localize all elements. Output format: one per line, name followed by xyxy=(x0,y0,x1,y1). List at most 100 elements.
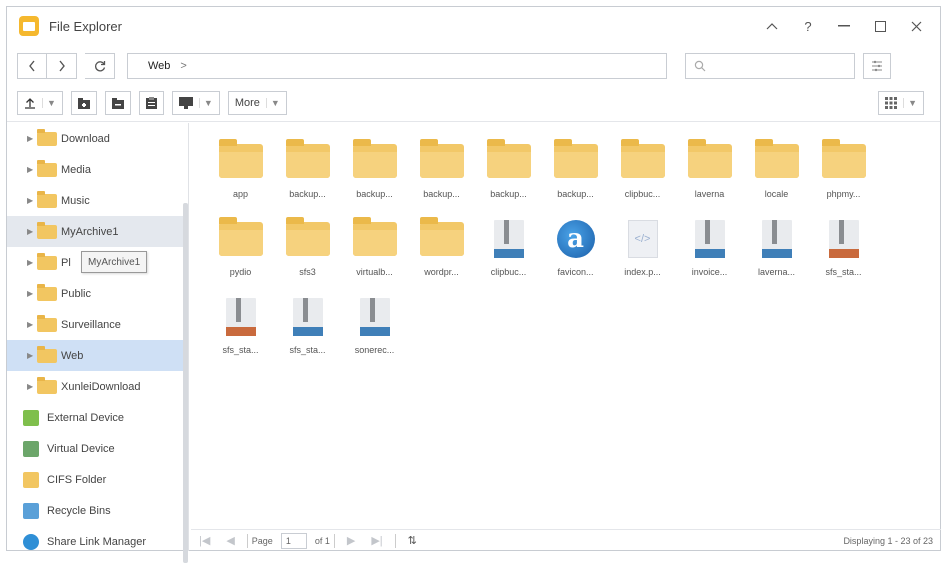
more-button[interactable]: More ▼ xyxy=(227,91,287,115)
file-grid: app backup... backup... backup... backup... b… xyxy=(207,133,927,523)
sidebar-item-external-device[interactable]: External Device xyxy=(7,402,188,433)
sidebar-item-web[interactable]: ▶ Web xyxy=(7,340,188,371)
folder-item[interactable]: backup... xyxy=(408,133,475,211)
window-title: File Explorer xyxy=(49,18,122,34)
file-name: pydio xyxy=(229,267,252,277)
sidebar-item-cifs-folder[interactable]: CIFS Folder xyxy=(7,464,188,495)
folder-icon xyxy=(417,139,467,183)
favicon-file-icon: a xyxy=(551,217,601,261)
sidebar-item-myarchive1[interactable]: ▶ MyArchive1 xyxy=(7,216,188,247)
expand-arrow-icon[interactable]: ▶ xyxy=(27,258,37,267)
clipboard-button[interactable] xyxy=(138,91,164,115)
folder-item[interactable]: clipbuc... xyxy=(609,133,676,211)
sidebar-item-label: Media xyxy=(61,163,91,176)
minimize-button[interactable] xyxy=(826,15,862,37)
folder-item[interactable]: virtualb... xyxy=(341,211,408,289)
folder-item[interactable]: backup... xyxy=(542,133,609,211)
file-item[interactable]: laverna... xyxy=(743,211,810,289)
sidebar-item-label: External Device xyxy=(47,411,125,424)
forward-button[interactable] xyxy=(47,53,77,79)
file-name: laverna... xyxy=(757,267,796,277)
sidebar-scrollbar[interactable] xyxy=(183,203,188,563)
folder-item[interactable]: locale xyxy=(743,133,810,211)
breadcrumb-item-web[interactable]: Web xyxy=(148,60,170,72)
file-item[interactable]: sonerec... xyxy=(341,289,408,367)
close-button[interactable] xyxy=(898,15,934,37)
expand-arrow-icon[interactable]: ▶ xyxy=(27,382,37,391)
sidebar-item-recycle-bins[interactable]: Recycle Bins xyxy=(7,495,188,526)
collapse-button[interactable] xyxy=(754,15,790,37)
new-folder-button[interactable] xyxy=(70,91,97,115)
chevron-left-icon xyxy=(29,60,35,72)
folder-icon xyxy=(37,283,57,301)
folder-item[interactable]: phpmy... xyxy=(810,133,877,211)
file-item[interactable]: a favicon... xyxy=(542,211,609,289)
maximize-icon xyxy=(874,20,886,32)
sidebar-item-public[interactable]: ▶ Public xyxy=(7,278,188,309)
sidebar-item-xunleidownload[interactable]: ▶ XunleiDownload xyxy=(7,371,188,402)
navigation-bar: Web > xyxy=(17,51,932,81)
expand-arrow-icon[interactable]: ▶ xyxy=(27,227,37,236)
expand-arrow-icon[interactable]: ▶ xyxy=(27,320,37,329)
folder-item[interactable]: wordpr... xyxy=(408,211,475,289)
file-name: index.p... xyxy=(624,267,661,277)
refresh-button[interactable] xyxy=(85,53,115,79)
expand-arrow-icon[interactable]: ▶ xyxy=(27,351,37,360)
sidebar-item-music[interactable]: ▶ Music xyxy=(7,185,188,216)
sidebar-item-media[interactable]: ▶ Media xyxy=(7,154,188,185)
file-name: phpmy... xyxy=(826,189,861,199)
folder-item[interactable]: backup... xyxy=(341,133,408,211)
folder-item[interactable]: sfs3 xyxy=(274,211,341,289)
file-item[interactable]: </> index.p... xyxy=(609,211,676,289)
expand-arrow-icon[interactable]: ▶ xyxy=(27,134,37,143)
expand-arrow-icon[interactable]: ▶ xyxy=(27,165,37,174)
sidebar-item-label: Download xyxy=(61,132,110,145)
expand-arrow-icon[interactable]: ▶ xyxy=(27,196,37,205)
filter-icon xyxy=(872,60,882,72)
sidebar-item-surveillance[interactable]: ▶ Surveillance xyxy=(7,309,188,340)
folder-item[interactable]: laverna xyxy=(676,133,743,211)
search-input[interactable] xyxy=(685,53,855,79)
next-page-icon[interactable]: ▶ xyxy=(347,534,355,547)
file-item[interactable]: clipbuc... xyxy=(475,211,542,289)
file-item[interactable]: sfs_sta... xyxy=(274,289,341,367)
back-button[interactable] xyxy=(17,53,47,79)
expand-arrow-icon[interactable]: ▶ xyxy=(27,289,37,298)
folder-item[interactable]: backup... xyxy=(475,133,542,211)
path-breadcrumb[interactable]: Web > xyxy=(127,53,667,79)
file-item[interactable]: sfs_sta... xyxy=(810,211,877,289)
sidebar-item-download[interactable]: ▶ Download xyxy=(7,123,188,154)
share-button[interactable]: ▼ xyxy=(171,91,220,115)
sidebar-item-pl[interactable]: ▶ Pl MyArchive1 xyxy=(7,247,188,278)
sidebar-item-virtual-device[interactable]: Virtual Device xyxy=(7,433,188,464)
folder-icon xyxy=(551,139,601,183)
folder-item[interactable]: backup... xyxy=(274,133,341,211)
folder-icon xyxy=(685,139,735,183)
sidebar-item-share-link-manager[interactable]: Share Link Manager xyxy=(7,526,188,557)
file-item[interactable]: sfs_sta... xyxy=(207,289,274,367)
archive-button[interactable] xyxy=(104,91,131,115)
filter-button[interactable] xyxy=(863,53,891,79)
sidebar-item-label: Virtual Device xyxy=(47,442,115,455)
file-name: wordpr... xyxy=(424,267,459,277)
view-mode-button[interactable]: ▼ xyxy=(878,91,924,115)
chevron-down-icon: ▼ xyxy=(42,98,56,108)
refresh-icon xyxy=(94,61,105,72)
folder-icon xyxy=(216,217,266,261)
sidebar-item-label: Share Link Manager xyxy=(47,535,147,548)
upload-button[interactable]: ▼ xyxy=(17,91,63,115)
prev-page-icon[interactable]: ◀ xyxy=(226,534,234,547)
page-input[interactable]: 1 xyxy=(280,532,307,549)
first-page-icon[interactable]: |◀ xyxy=(199,534,210,547)
folder-item[interactable]: app xyxy=(207,133,274,211)
last-page-icon[interactable]: ▶| xyxy=(371,534,382,547)
maximize-button[interactable] xyxy=(862,15,898,37)
file-name: favicon... xyxy=(557,267,594,277)
file-item[interactable]: invoice... xyxy=(676,211,743,289)
virtual-device-icon xyxy=(23,440,39,457)
help-button[interactable]: ? xyxy=(790,15,826,37)
folder-icon xyxy=(37,221,57,239)
refresh-icon[interactable]: ⇅ xyxy=(408,534,417,547)
folder-icon xyxy=(37,190,57,208)
folder-item[interactable]: pydio xyxy=(207,211,274,289)
